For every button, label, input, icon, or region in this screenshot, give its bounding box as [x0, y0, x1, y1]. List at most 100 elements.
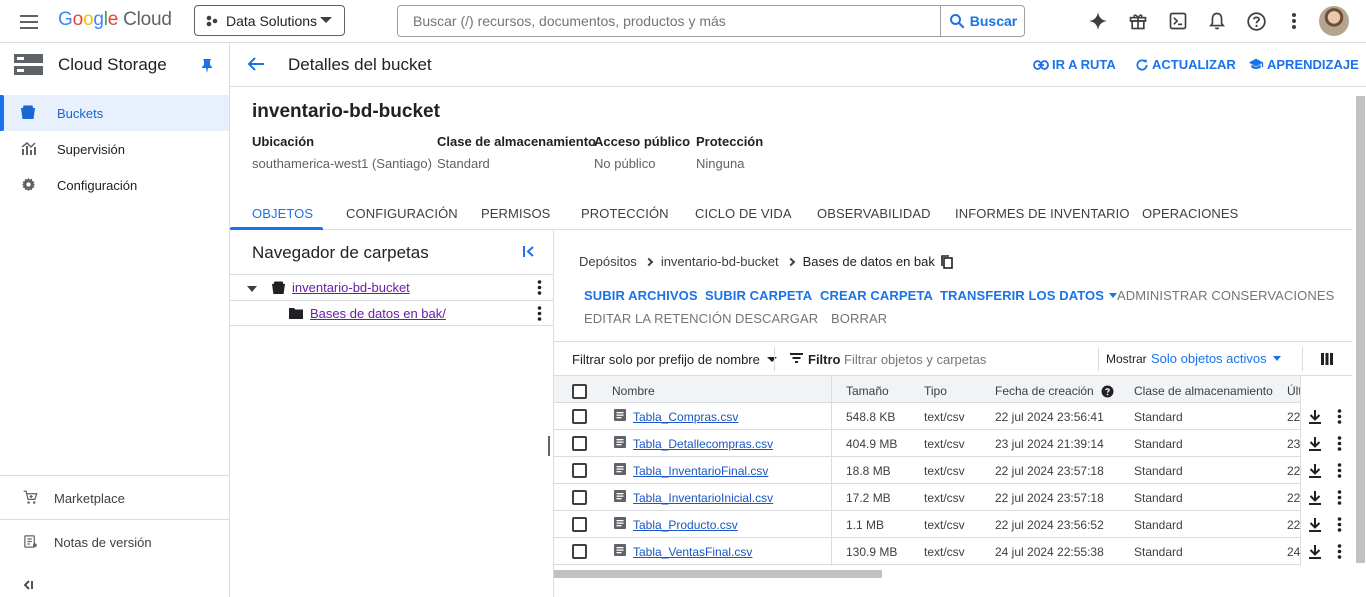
row-actions-cell: [554, 403, 1352, 430]
user-avatar[interactable]: [1319, 6, 1349, 36]
column-display-icon[interactable]: [1321, 353, 1333, 365]
download-icon[interactable]: [1309, 437, 1321, 451]
copy-icon[interactable]: [941, 254, 953, 269]
filter-input[interactable]: [844, 346, 1094, 372]
more-vert-icon[interactable]: [1337, 463, 1342, 478]
column-header-name[interactable]: Nombre: [612, 384, 655, 398]
refresh-icon: [1136, 58, 1148, 71]
filter-label: Filtro: [808, 352, 841, 367]
folder-tree-row[interactable]: Bases de datos en bak/: [230, 300, 554, 326]
collapse-panel-icon[interactable]: [522, 245, 536, 258]
nav-item-marketplace[interactable]: Marketplace: [0, 475, 229, 519]
tab-permissions[interactable]: PERMISOS: [481, 206, 550, 221]
folder-tree-child-link[interactable]: Bases de datos en bak/: [310, 306, 446, 321]
filter-bar: Filtrar solo por prefijo de nombre Filtr…: [554, 341, 1352, 376]
gemini-icon[interactable]: [1086, 9, 1110, 33]
nav-item-release-notes[interactable]: Notas de versión: [0, 519, 229, 563]
more-vert-icon[interactable]: [1284, 9, 1304, 33]
divider: [1098, 347, 1099, 371]
show-select[interactable]: Solo objetos activos: [1151, 351, 1281, 366]
column-header-created[interactable]: Fecha de creación: [995, 384, 1114, 398]
back-arrow-icon[interactable]: [247, 56, 265, 72]
objects-table: Nombre Tamaño Tipo Fecha de creación Cla…: [554, 376, 1352, 566]
tab-lifecycle[interactable]: CICLO DE VIDA: [695, 206, 792, 221]
tab-objects[interactable]: OBJETOS: [252, 206, 313, 221]
help-icon[interactable]: [1244, 9, 1268, 33]
nav-item-buckets[interactable]: Buckets: [0, 95, 229, 131]
download-icon[interactable]: [1309, 518, 1321, 532]
column-header-type[interactable]: Tipo: [924, 384, 947, 398]
row-actions-cell: [554, 484, 1352, 511]
download-icon[interactable]: [1309, 545, 1321, 559]
collapse-icon: [23, 580, 33, 590]
more-vert-icon[interactable]: [1337, 490, 1342, 505]
row-actions-cell: [554, 457, 1352, 484]
select-all-checkbox[interactable]: [572, 384, 587, 399]
logo-letter: G: [58, 9, 73, 30]
breadcrumb-current: Bases de datos en bak: [802, 254, 935, 269]
prefix-filter-select[interactable]: Filtrar solo por prefijo de nombre: [572, 352, 777, 367]
upload-folder-button[interactable]: SUBIR CARPETA: [705, 288, 812, 303]
tab-observability[interactable]: OBSERVABILIDAD: [817, 206, 931, 221]
expand-arrow-icon[interactable]: [247, 286, 257, 292]
chevron-down-icon: [320, 17, 332, 23]
search-button-label: Buscar: [969, 13, 1018, 29]
delete-button[interactable]: BORRAR: [831, 311, 887, 326]
nav-item-settings[interactable]: Configuración: [0, 167, 229, 203]
tab-protection[interactable]: PROTECCIÓN: [581, 206, 669, 221]
upload-files-button[interactable]: SUBIR ARCHIVOS: [584, 288, 698, 303]
more-vert-icon[interactable]: [1337, 436, 1342, 451]
row-actions-cell: [554, 430, 1352, 457]
notifications-icon[interactable]: [1205, 9, 1229, 33]
link-icon: [1033, 59, 1049, 70]
main-menu-icon[interactable]: [18, 11, 42, 33]
tab-configuration[interactable]: CONFIGURACIÓN: [346, 206, 458, 221]
refresh-button[interactable]: ACTUALIZAR: [1135, 57, 1236, 72]
search-button[interactable]: Buscar: [940, 6, 1024, 36]
more-vert-icon[interactable]: [1337, 409, 1342, 424]
column-header-storage-class[interactable]: Clase de almacenamiento: [1134, 384, 1273, 398]
row-actions-cell: [554, 511, 1352, 538]
column-header-created-label: Fecha de creación: [995, 384, 1094, 398]
search-icon: [949, 14, 965, 29]
tab-inventory-reports[interactable]: INFORMES DE INVENTARIO: [955, 206, 1130, 221]
folder-tree-root-link[interactable]: inventario-bd-bucket: [292, 280, 410, 295]
transfer-data-label: TRANSFERIR LOS DATOS: [940, 288, 1105, 303]
download-icon[interactable]: [1309, 464, 1321, 478]
edit-retention-button[interactable]: EDITAR LA RETENCIÓN: [584, 311, 732, 326]
more-vert-icon[interactable]: [537, 280, 542, 295]
collapse-nav-button[interactable]: [22, 580, 34, 590]
learning-button[interactable]: APRENDIZAJE: [1248, 57, 1359, 72]
more-vert-icon[interactable]: [537, 306, 542, 321]
download-button[interactable]: DESCARGAR: [735, 311, 818, 326]
create-folder-button[interactable]: CREAR CARPETA: [820, 288, 933, 303]
search-input[interactable]: [398, 6, 940, 36]
horizontal-scrollbar[interactable]: [554, 570, 882, 578]
column-header-size[interactable]: Tamaño: [846, 384, 889, 398]
pin-icon[interactable]: [201, 58, 213, 73]
tab-operations[interactable]: OPERACIONES: [1142, 206, 1238, 221]
download-icon[interactable]: [1309, 410, 1321, 424]
nav-item-label: Buckets: [57, 106, 104, 121]
top-bar: Google Cloud Data Solutions Buscar: [0, 0, 1366, 43]
go-to-path-button[interactable]: IR A RUTA: [1033, 57, 1116, 72]
folder-tree-row[interactable]: inventario-bd-bucket: [230, 274, 554, 300]
breadcrumb-item[interactable]: Depósitos: [579, 254, 637, 269]
meta-label-protection: Protección: [696, 134, 764, 149]
release-notes-icon: [24, 535, 37, 548]
project-picker[interactable]: Data Solutions: [194, 5, 345, 36]
meta-value-public-access: No público: [594, 156, 656, 171]
more-vert-icon[interactable]: [1337, 544, 1342, 559]
download-icon[interactable]: [1309, 491, 1321, 505]
nav-item-monitoring[interactable]: Supervisión: [0, 131, 229, 167]
gift-icon[interactable]: [1126, 9, 1150, 33]
manage-holds-button[interactable]: ADMINISTRAR CONSERVACIONES: [1117, 288, 1334, 303]
breadcrumb-item[interactable]: inventario-bd-bucket: [661, 254, 779, 269]
vertical-scrollbar[interactable]: [1356, 96, 1365, 563]
transfer-data-button[interactable]: TRANSFERIR LOS DATOS: [940, 288, 1118, 303]
google-cloud-logo[interactable]: Google Cloud: [58, 9, 172, 31]
help-icon[interactable]: [1101, 385, 1114, 398]
more-vert-icon[interactable]: [1337, 517, 1342, 532]
cloud-shell-icon[interactable]: [1166, 9, 1190, 33]
logo-suffix: Cloud: [123, 9, 172, 30]
